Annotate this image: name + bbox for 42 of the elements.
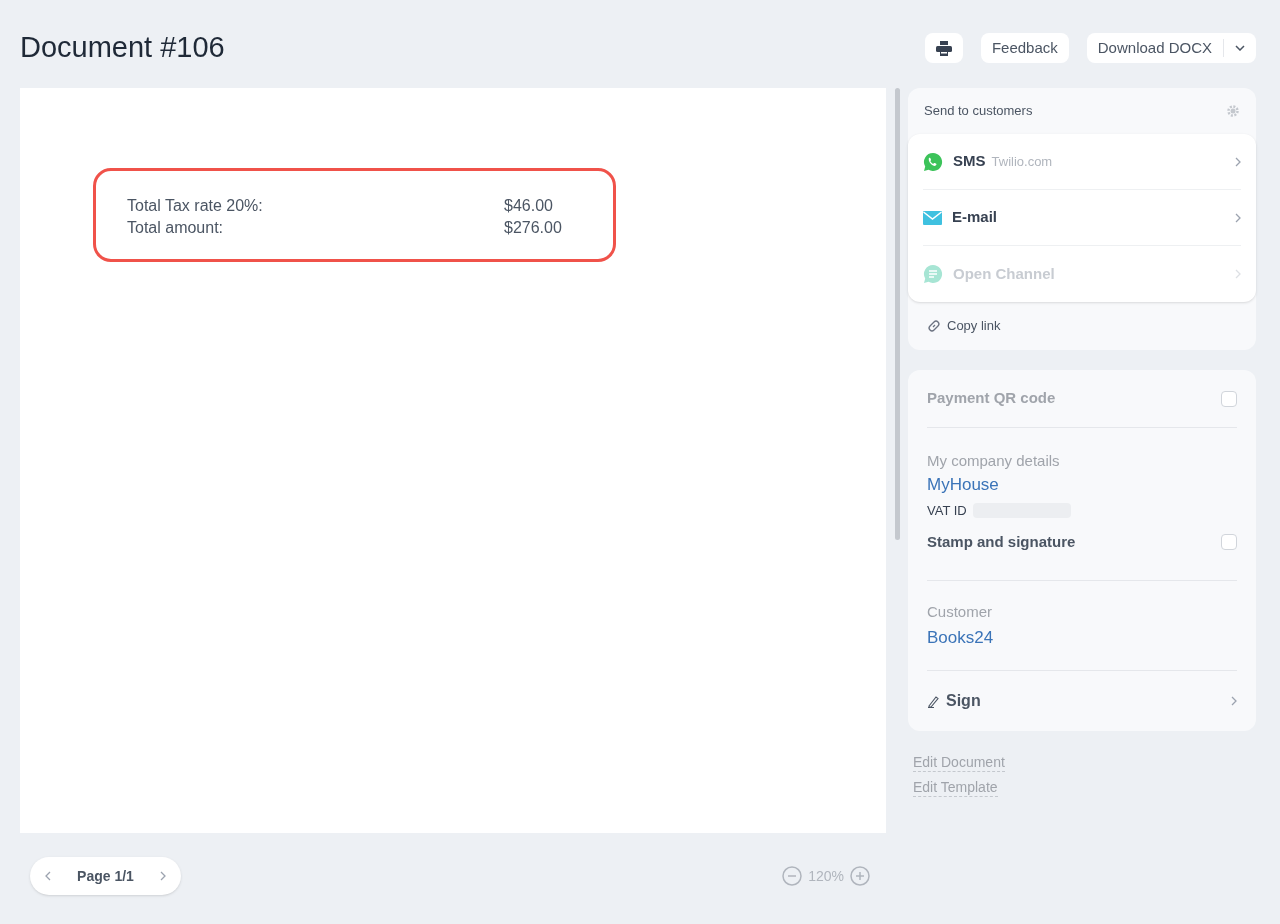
total-value: $276.00 (504, 218, 562, 238)
zoom-in-icon (850, 866, 870, 886)
print-button[interactable] (924, 33, 963, 63)
section-heading: My company details (927, 452, 1061, 470)
channel-row[interactable]: E-mail (923, 190, 1241, 246)
checkbox[interactable] (1221, 533, 1237, 550)
customer-link[interactable]: Books24 (927, 628, 994, 648)
chevron-right-icon (1235, 269, 1241, 279)
settings-icon[interactable] (1226, 104, 1240, 118)
total-label: Total Tax rate 20%: (127, 196, 264, 216)
chevron-right-icon (160, 871, 166, 881)
sign-row[interactable]: Sign (927, 671, 1237, 731)
chevron-right-icon (1235, 156, 1241, 167)
copy-link-button[interactable]: Copy link (908, 302, 1020, 350)
feedback-button[interactable]: Feedback (980, 33, 1069, 63)
chat-bubble-icon (923, 264, 943, 284)
section-heading: Customer (927, 603, 994, 621)
pen-icon (927, 694, 942, 708)
total-label: Total amount: (127, 218, 225, 238)
chevron-right-icon (1235, 212, 1241, 223)
chevron-right-icon (1231, 696, 1237, 706)
option-label: Payment QR code (927, 388, 1056, 409)
zoom-level: 120% (808, 866, 844, 886)
total-value: $46.00 (504, 196, 553, 216)
chevron-down-icon (1235, 45, 1245, 51)
zoom-out-icon (782, 866, 803, 886)
zoom-in-button[interactable] (850, 866, 870, 886)
zoom-out-button[interactable] (782, 866, 803, 886)
printer-icon (935, 40, 952, 56)
page-title: Document #106 (20, 30, 225, 66)
chat-bubble-phone-icon (923, 151, 943, 172)
channel-row[interactable]: SMS Twilio.com (923, 134, 1241, 190)
download-button[interactable]: Download DOCX (1086, 39, 1224, 57)
vat-label: VAT ID (927, 502, 967, 520)
company-link[interactable]: MyHouse (927, 475, 999, 495)
link-icon (927, 319, 941, 333)
panel-heading: Send to customers (924, 102, 1033, 121)
scrollbar-thumb[interactable] (894, 88, 900, 540)
chevron-left-icon (45, 871, 51, 881)
page-indicator: Page 1/1 (77, 866, 134, 886)
option-label: Stamp and signature (927, 531, 1076, 552)
envelope-icon (923, 210, 942, 225)
